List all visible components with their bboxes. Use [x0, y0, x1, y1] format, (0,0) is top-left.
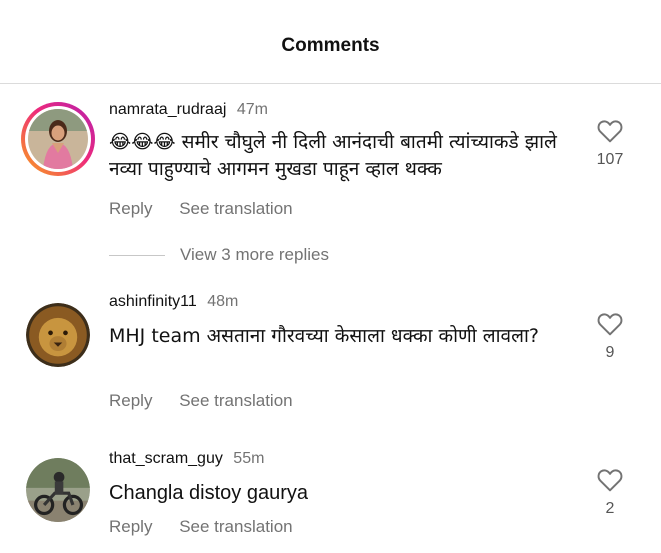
- comment-body: Changla distoy gaurya: [109, 482, 309, 504]
- avatar[interactable]: [26, 303, 90, 367]
- comment-text: Changla distoy gaurya: [109, 480, 579, 507]
- view-more-replies[interactable]: View 3 more replies: [109, 245, 329, 265]
- like-control: 2: [590, 468, 630, 518]
- heart-icon[interactable]: [597, 468, 623, 492]
- comment-text: MHJ team असताना गौरवच्या केसाला धक्का को…: [109, 323, 549, 350]
- comment-time: 55m: [233, 450, 265, 467]
- comment-actions: Reply See translation: [109, 517, 293, 537]
- reply-button[interactable]: Reply: [109, 517, 152, 536]
- username[interactable]: namrata_rudraaj: [109, 101, 226, 118]
- reply-button[interactable]: Reply: [109, 199, 152, 218]
- comment-meta: namrata_rudraaj 47m: [109, 101, 268, 119]
- comment-actions: Reply See translation: [109, 391, 293, 411]
- header: Comments: [0, 0, 661, 84]
- reply-button[interactable]: Reply: [109, 391, 152, 410]
- replies-divider-line: [109, 254, 165, 256]
- page-title: Comments: [281, 35, 380, 56]
- heart-icon[interactable]: [597, 119, 623, 143]
- comment-body: समीर चौघुले नी दिली आनंदाची बातमी त्यांच…: [109, 131, 557, 180]
- see-translation-button[interactable]: See translation: [179, 199, 292, 218]
- like-control: 107: [590, 119, 630, 169]
- see-translation-button[interactable]: See translation: [179, 391, 292, 410]
- avatar[interactable]: [21, 102, 95, 176]
- comment-actions: Reply See translation: [109, 199, 293, 219]
- avatar-photo-lion: [26, 303, 90, 367]
- comment-time: 48m: [207, 293, 239, 310]
- username[interactable]: ashinfinity11: [109, 293, 197, 310]
- comment-time: 47m: [236, 101, 268, 118]
- avatar[interactable]: [26, 458, 90, 522]
- like-count: 2: [605, 500, 615, 517]
- avatar-photo-motorcycle: [26, 458, 90, 522]
- like-count: 9: [605, 344, 615, 361]
- comment-body: MHJ team असताना गौरवच्या केसाला धक्का को…: [109, 325, 539, 347]
- comment-text: 😂😂😂 समीर चौघुले नी दिली आनंदाची बातमी त्…: [109, 129, 579, 183]
- avatar-ring-inner: [25, 106, 91, 172]
- avatar-photo-woman: [28, 109, 88, 169]
- heart-icon[interactable]: [597, 312, 623, 336]
- comments-screen: Comments namrata_rudraaj 47m 😂😂😂 समीर चौ: [0, 0, 661, 553]
- username[interactable]: that_scram_guy: [109, 450, 223, 467]
- like-count: 107: [596, 151, 624, 168]
- like-control: 9: [590, 312, 630, 362]
- view-replies-label[interactable]: View 3 more replies: [180, 245, 329, 265]
- comment-meta: ashinfinity11 48m: [109, 293, 238, 311]
- see-translation-button[interactable]: See translation: [179, 517, 292, 536]
- laughing-emoji: 😂😂😂: [109, 131, 176, 153]
- comment-meta: that_scram_guy 55m: [109, 450, 264, 468]
